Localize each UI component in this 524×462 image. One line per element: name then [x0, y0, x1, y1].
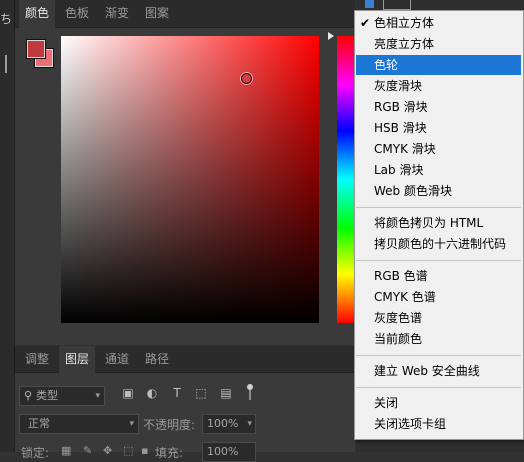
menu-item-brightness-cube[interactable]: 亮度立方体 [356, 34, 521, 54]
color-picker-cursor[interactable] [241, 73, 252, 84]
menu-separator [356, 260, 521, 261]
lock-position-icon[interactable]: ✥ [103, 444, 112, 457]
lock-artboard-icon[interactable]: ⬚ [123, 444, 133, 457]
lock-label: 锁定: [21, 446, 50, 460]
layer-filter-kind-select[interactable]: ⚲ 类型 ▾ [19, 386, 105, 406]
tab-patterns[interactable]: 图案 [139, 0, 175, 27]
menu-item-close[interactable]: 关闭 [356, 393, 521, 413]
menu-item-make-web-safe-ramp[interactable]: 建立 Web 安全曲线 [356, 361, 521, 381]
menu-separator [356, 207, 521, 208]
fill-value: 100% [207, 445, 239, 458]
type-layer-filter-icon[interactable]: T [170, 386, 184, 400]
lock-all-icon[interactable]: ▪ [141, 444, 148, 457]
menu-item-cmyk-spectrum[interactable]: CMYK 色谱 [356, 287, 521, 307]
lock-image-icon[interactable]: ✎ [83, 444, 92, 457]
shape-layer-filter-icon[interactable]: ⬚ [194, 386, 208, 400]
tab-paths[interactable]: 路径 [139, 346, 175, 372]
menu-item-close-tab-group[interactable]: 关闭选项卡组 [356, 414, 521, 434]
left-strip-glyph: ち [0, 12, 13, 26]
hue-slider-handle[interactable] [328, 32, 334, 40]
blend-mode-select[interactable]: 正常 ▾ [19, 414, 139, 434]
layers-panel-tabbar: 调整 图层 通道 路径 [15, 346, 355, 373]
menu-item-lab-slider[interactable]: Lab 滑块 [356, 160, 521, 180]
tab-gradients[interactable]: 渐变 [99, 0, 135, 27]
search-icon: ⚲ [24, 389, 33, 402]
chevron-down-icon: ▾ [95, 391, 100, 401]
pixel-layer-filter-icon[interactable]: ▣ [121, 386, 135, 400]
menu-item-current-colors[interactable]: 当前颜色 [356, 329, 521, 349]
color-panel: 颜色 色板 渐变 图案 [15, 0, 355, 345]
blend-mode-value: 正常 [28, 417, 50, 430]
menu-item-hue-cube[interactable]: ✔ 色相立方体 [356, 13, 521, 33]
menu-item-cmyk-slider[interactable]: CMYK 滑块 [356, 139, 521, 159]
layers-panel: 调整 图层 通道 路径 ⚲ 类型 ▾ ▣ ◐ T ⬚ ▤ 正常 ▾ 不透明度: … [15, 346, 355, 462]
left-toolbar-strip: ち [0, 0, 15, 452]
tab-layers[interactable]: 图层 [59, 346, 96, 373]
smart-object-filter-icon[interactable]: ▤ [219, 386, 233, 400]
menu-item-copy-hex-code[interactable]: 拷贝颜色的十六进制代码 [356, 234, 521, 254]
panel-button[interactable] [383, 0, 411, 10]
saturation-brightness-field[interactable] [61, 36, 319, 323]
left-strip-indicator [5, 55, 7, 73]
layer-filter-kind-value: 类型 [36, 389, 58, 402]
menu-item-grayscale-spectrum[interactable]: 灰度色谱 [356, 308, 521, 328]
tab-color[interactable]: 颜色 [19, 0, 56, 28]
opacity-field[interactable]: 100% ▾ [202, 414, 256, 434]
color-panel-tabbar: 颜色 色板 渐变 图案 [15, 0, 355, 28]
tab-adjustments[interactable]: 调整 [19, 346, 55, 372]
menu-item-web-color-slider[interactable]: Web 颜色滑块 [356, 181, 521, 201]
tab-swatches[interactable]: 色板 [59, 0, 95, 27]
color-panel-flyout-menu: ✔ 色相立方体 亮度立方体 色轮 灰度滑块 RGB 滑块 HSB 滑块 CMYK… [354, 10, 524, 440]
tab-channels[interactable]: 通道 [99, 346, 135, 372]
opacity-value: 100% [207, 417, 239, 430]
menu-separator [356, 387, 521, 388]
adjustment-layer-filter-icon[interactable]: ◐ [145, 386, 159, 400]
fill-field[interactable]: 100% [202, 442, 256, 462]
fill-label: 填充: [155, 446, 184, 460]
chevron-down-icon: ▾ [129, 419, 134, 429]
menu-separator [356, 355, 521, 356]
menu-item-grayscale-slider[interactable]: 灰度滑块 [356, 76, 521, 96]
checkmark-icon: ✔ [360, 16, 371, 30]
chevron-down-icon: ▾ [247, 419, 252, 429]
menu-item-rgb-slider[interactable]: RGB 滑块 [356, 97, 521, 117]
panel-icon[interactable] [365, 0, 374, 8]
foreground-color-swatch[interactable] [26, 39, 46, 59]
hue-slider[interactable] [337, 36, 355, 323]
menu-item-copy-as-html[interactable]: 将颜色拷贝为 HTML [356, 213, 521, 233]
lock-transparent-icon[interactable]: ▦ [61, 444, 71, 457]
menu-item-color-wheel[interactable]: 色轮 [356, 55, 521, 75]
opacity-label: 不透明度: [143, 418, 196, 432]
menu-item-rgb-spectrum[interactable]: RGB 色谱 [356, 266, 521, 286]
filter-toggle-stem [249, 390, 251, 400]
menu-item-hsb-slider[interactable]: HSB 滑块 [356, 118, 521, 138]
